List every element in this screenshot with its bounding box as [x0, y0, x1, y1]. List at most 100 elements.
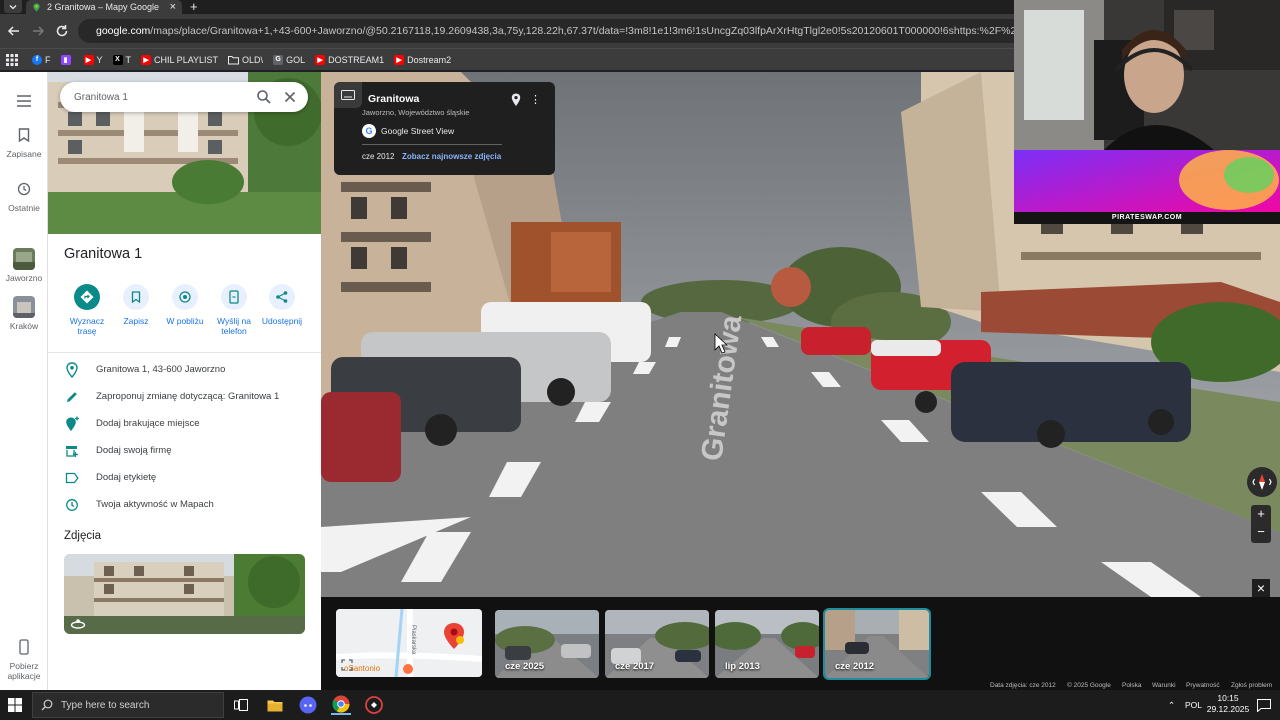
search-input[interactable]: Granitowa 1 — [74, 92, 256, 103]
forward-button[interactable] — [30, 23, 46, 39]
add-label-row[interactable]: Dodaj etykietę — [48, 464, 321, 491]
terms-link[interactable]: Warunki — [1152, 682, 1176, 689]
imagery-thumb[interactable]: cze 2017 — [605, 610, 709, 678]
discord-taskbar-button[interactable] — [298, 695, 318, 715]
youtube-icon: ▶ — [315, 54, 326, 65]
rail-recent-place-krakow[interactable]: Kraków — [0, 296, 48, 331]
tray-overflow-icon[interactable]: ⌃ — [1168, 690, 1175, 720]
store-icon — [66, 445, 78, 457]
street-subtitle: Jaworzno, Województwo śląskie — [362, 108, 470, 117]
nearby-icon — [179, 291, 191, 303]
maps-activity-row[interactable]: Twoja aktywność w Mapach — [48, 491, 321, 518]
notification-icon — [1257, 698, 1271, 712]
close-icon[interactable] — [282, 89, 298, 105]
close-street-view-button[interactable]: × — [1252, 579, 1270, 597]
directions-button[interactable]: Wyznacz trasę — [60, 284, 114, 336]
bookmark-item[interactable]: ▶ Y — [83, 54, 103, 65]
youtube-icon: ▶ — [394, 54, 405, 65]
share-button[interactable]: Udostępnij — [255, 284, 309, 326]
address-row[interactable]: Granitowa 1, 43-600 Jaworzno — [48, 356, 321, 383]
arrow-right-icon — [33, 26, 45, 36]
rail-recent[interactable]: Ostatnie — [0, 178, 48, 213]
new-tab-button[interactable]: + — [190, 0, 198, 14]
photo-thumbnail[interactable] — [64, 554, 305, 634]
bookmark-item[interactable]: ▶ DOSTREAM1 — [315, 54, 384, 65]
keyboard-icon — [341, 90, 355, 100]
file-explorer-button[interactable] — [265, 695, 285, 715]
send-to-phone-button[interactable]: Wyślij na telefon — [207, 284, 261, 336]
bookmark-label: CHIL PLAYLIST — [154, 54, 219, 65]
webcam-overlay — [1014, 0, 1280, 150]
divider — [362, 144, 502, 145]
hamburger-menu-icon — [17, 95, 31, 107]
facebook-icon: f — [32, 54, 42, 65]
add-business-row[interactable]: Dodaj swoją firmę — [48, 437, 321, 464]
menu-button[interactable] — [0, 90, 48, 115]
bookmark-item[interactable]: ▮ — [60, 54, 74, 65]
system-clock[interactable]: 10:15 29.12.2025 — [1206, 693, 1250, 715]
bookmark-item[interactable]: G GOL — [273, 54, 305, 65]
report-problem-link[interactable]: Zgłoś problem — [1231, 682, 1272, 689]
bookmark-item[interactable]: ▶ CHIL PLAYLIST — [141, 54, 219, 65]
language-indicator[interactable]: POL — [1185, 690, 1202, 720]
imagery-thumb-selected[interactable]: cze 2012 — [823, 608, 931, 680]
save-button[interactable]: Zapisz — [109, 284, 163, 326]
bookmark-item[interactable]: XT — [112, 54, 131, 65]
compass-button[interactable] — [1247, 467, 1277, 497]
nearby-button[interactable]: W pobliżu — [158, 284, 212, 326]
keyboard-shortcut-button[interactable] — [334, 82, 362, 108]
bookmark-item[interactable]: fF — [32, 54, 51, 65]
info-text: Dodaj etykietę — [96, 472, 157, 483]
place-hero-photo[interactable]: Granitowa 1 — [48, 72, 321, 234]
action-label: W pobliżu — [166, 316, 204, 326]
image-date-text: Data zdjęcia: cze 2012 — [990, 682, 1056, 689]
bookmark-folder[interactable]: OLD\ — [228, 55, 263, 65]
mini-map[interactable]: Piaskarska oSantonio — [336, 609, 482, 677]
tab-search-button[interactable] — [4, 0, 22, 13]
suggest-edit-row[interactable]: Zaproponuj zmianę dotyczącą: Granitowa 1 — [48, 383, 321, 410]
imagery-thumb[interactable]: cze 2025 — [495, 610, 599, 678]
reload-button[interactable] — [54, 23, 70, 39]
notifications-button[interactable] — [1257, 690, 1271, 720]
rail-saved[interactable]: Zapisane — [0, 124, 48, 159]
bookmark-icon — [18, 128, 30, 142]
tab-close-button[interactable]: × — [170, 2, 176, 13]
reload-icon — [56, 25, 68, 37]
expand-icon[interactable] — [341, 659, 353, 671]
search-box[interactable]: Granitowa 1 — [60, 82, 308, 112]
imagery-thumb[interactable]: lip 2013 — [715, 610, 819, 678]
address-bar[interactable]: google.com/maps/place/Granitowa+1,+43-60… — [78, 19, 1078, 43]
action-label: Wyznacz trasę — [69, 316, 105, 336]
street-view-360-icon — [70, 619, 86, 629]
rail-saved-label: Zapisane — [6, 149, 42, 159]
action-label: Udostępnij — [261, 316, 303, 326]
zoom-out-button[interactable]: − — [1251, 523, 1271, 541]
search-icon[interactable] — [256, 89, 272, 105]
windows-start-icon[interactable] — [8, 698, 22, 712]
privacy-link[interactable]: Prywatność — [1186, 682, 1220, 689]
see-latest-imagery-link[interactable]: Zobacz najnowsze zdjęcia — [402, 152, 501, 161]
action-label: Wyślij na telefon — [217, 316, 251, 336]
chrome-taskbar-button[interactable] — [331, 695, 351, 715]
bookmark-item[interactable]: ▶ Dostream2 — [394, 54, 451, 65]
capture-date[interactable]: cze 2012 — [362, 152, 394, 161]
zoom-in-button[interactable]: + — [1251, 505, 1271, 523]
task-view-button[interactable] — [231, 695, 251, 715]
apps-grid-icon[interactable] — [6, 53, 18, 66]
more-options-icon[interactable]: ⋮ — [530, 93, 541, 106]
location-pin-icon[interactable] — [511, 93, 521, 107]
compass-icon — [1252, 474, 1272, 490]
add-missing-place-row[interactable]: Dodaj brakujące miejsce — [48, 410, 321, 437]
app-icon — [365, 696, 383, 714]
country-link[interactable]: Polska — [1122, 682, 1142, 689]
taskbar-search[interactable]: Type here to search — [32, 692, 224, 718]
rail-recent-place-jaworzno[interactable]: Jaworzno — [0, 248, 48, 283]
rail-get-app[interactable]: Pobierz aplikacje — [0, 636, 48, 681]
brand-label: Google Street View — [381, 126, 455, 136]
back-button[interactable] — [6, 23, 22, 39]
browser-tab[interactable]: 2 Granitowa – Mapy Google × — [26, 0, 182, 14]
youtube-icon: ▶ — [83, 54, 94, 65]
bookmark-label: F — [45, 54, 51, 65]
divider — [48, 352, 321, 353]
app-taskbar-button[interactable] — [364, 695, 384, 715]
